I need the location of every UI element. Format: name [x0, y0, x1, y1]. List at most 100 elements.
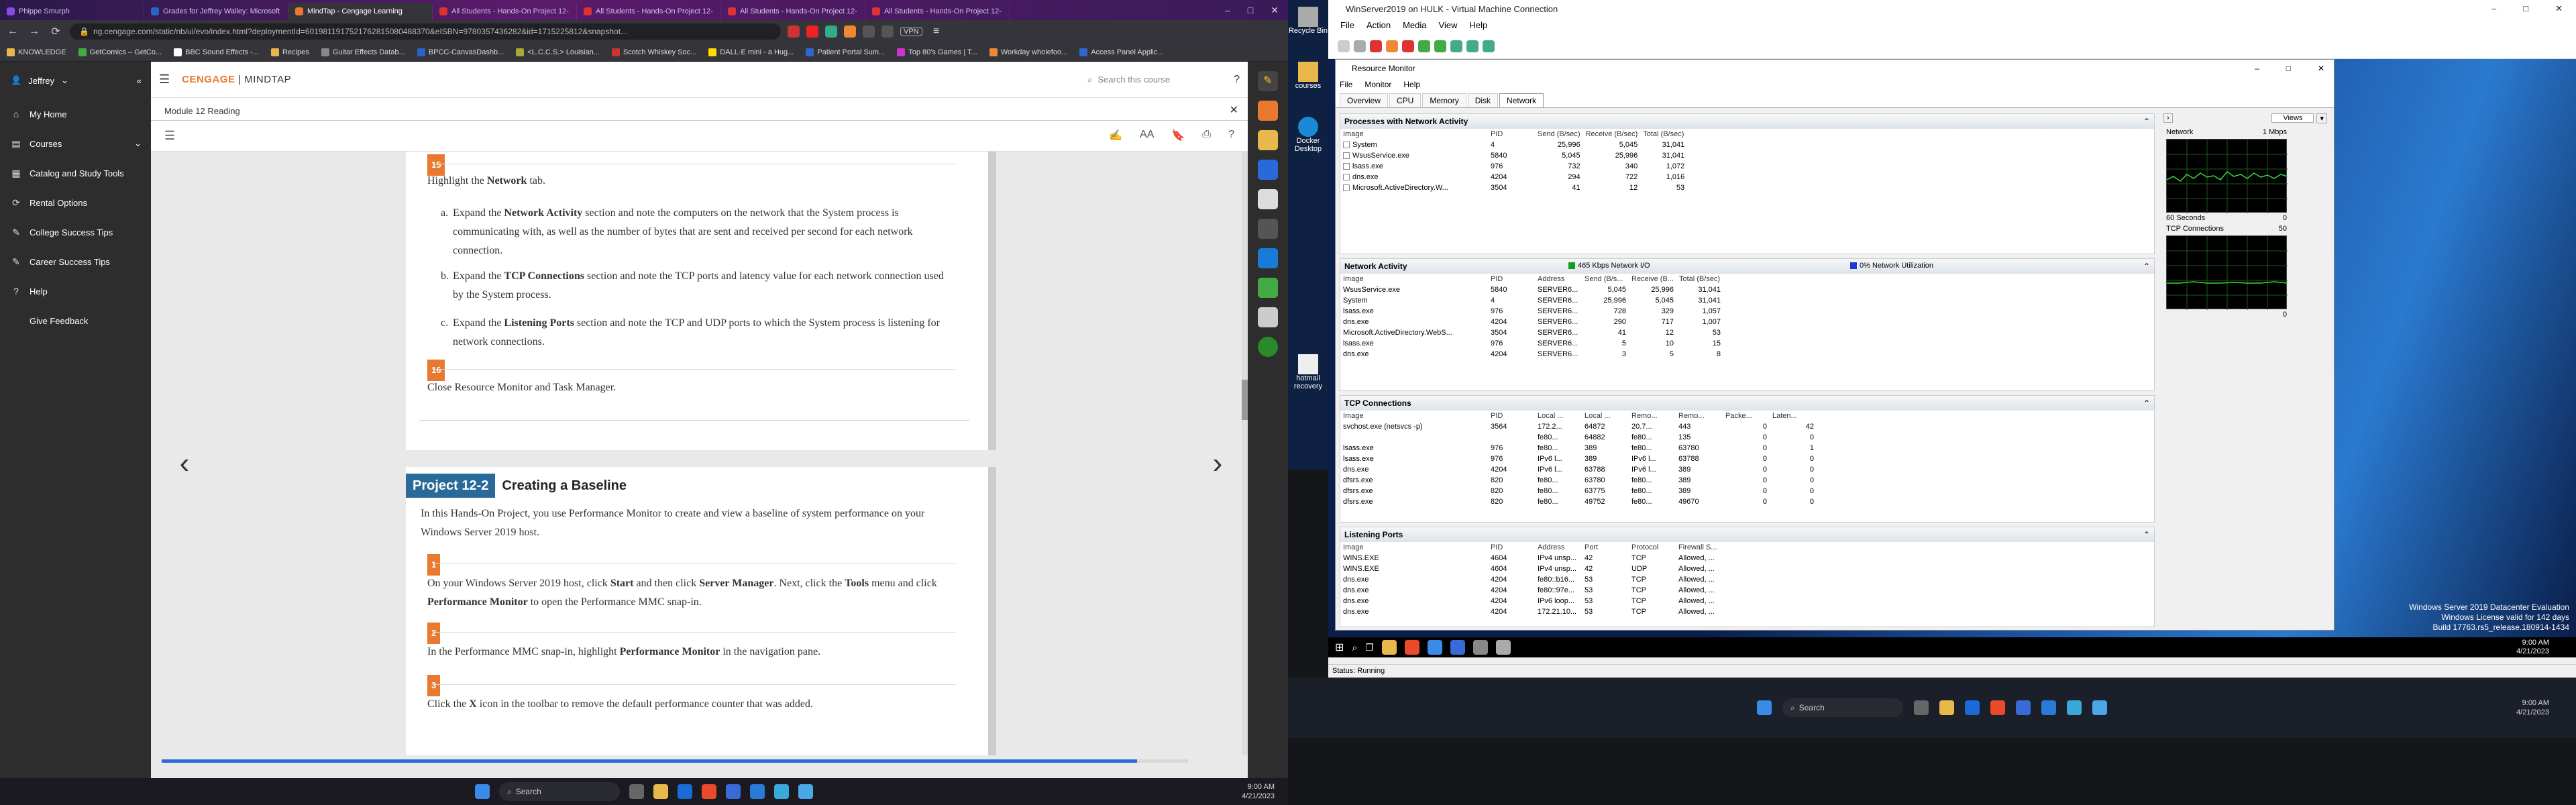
column-header[interactable]: Remo...: [1676, 411, 1723, 421]
sidebar-item-feedback[interactable]: Give Feedback: [0, 306, 151, 335]
minimize-icon[interactable]: –: [1225, 5, 1230, 16]
views-button[interactable]: Views: [2271, 113, 2314, 123]
clock[interactable]: 9:00 AM 4/21/2023: [1242, 782, 1275, 801]
google-drive-icon[interactable]: [1258, 278, 1278, 298]
book-icon[interactable]: [1258, 160, 1278, 180]
column-header[interactable]: Image: [1340, 274, 1488, 284]
bookmark[interactable]: Top 80's Games | T...: [897, 48, 977, 56]
bookmark[interactable]: GetComics – GetCo...: [78, 48, 162, 56]
extension-icon[interactable]: [863, 25, 875, 38]
app-icon[interactable]: [2067, 700, 2082, 715]
table-row[interactable]: dns.exe 4204 294 722 1,016: [1340, 172, 1687, 182]
table-row[interactable]: WsusService.exe 5840 SERVER6... 5,045 25,996…: [1340, 284, 1723, 295]
forward-icon[interactable]: →: [27, 25, 42, 38]
file-explorer-icon[interactable]: [1939, 700, 1954, 715]
onedrive-icon[interactable]: [1258, 248, 1278, 268]
sidebar-item-home[interactable]: ⌂ My Home: [0, 99, 151, 129]
table-row[interactable]: dfsrs.exe 820 fe80... 63780 fe80... 389 0 0: [1340, 475, 1817, 486]
browser-tab[interactable]: Grades for Jeffrey Walley: Microsoft: [144, 3, 288, 20]
column-header[interactable]: Laten...: [1770, 411, 1817, 421]
bookmark[interactable]: Patient Portal Sum...: [806, 48, 885, 56]
pause-icon[interactable]: [1418, 40, 1430, 52]
brave-icon[interactable]: [702, 784, 716, 799]
resource-monitor-icon[interactable]: [1495, 640, 1511, 655]
table-row[interactable]: WINS.EXE 4604 IPv4 unsp... 42 TCP Allowed, ..…: [1340, 553, 1723, 564]
play-icon[interactable]: [1434, 40, 1446, 52]
menu-monitor[interactable]: Monitor: [1364, 80, 1391, 89]
app-icon[interactable]: [2092, 700, 2107, 715]
desktop-icon-hotmail[interactable]: hotmail recovery: [1288, 153, 1328, 390]
maximize-icon[interactable]: □: [2523, 3, 2528, 14]
desktop-icon-recycle[interactable]: Recycle Bin: [1288, 0, 1328, 35]
next-page-arrow[interactable]: ›: [1197, 447, 1238, 480]
vpn-badge[interactable]: VPN: [900, 27, 922, 36]
chevron-down-icon[interactable]: ▾: [2316, 113, 2327, 123]
task-view-icon[interactable]: [1914, 700, 1929, 715]
row-checkbox[interactable]: [1343, 163, 1350, 170]
section-header[interactable]: TCP Connections ⌃: [1340, 396, 2154, 411]
row-checkbox[interactable]: [1343, 152, 1350, 160]
menu-icon[interactable]: ≡: [929, 25, 944, 38]
table-row[interactable]: dns.exe 4204 172.21.10... 53 TCP Allowed, ...: [1340, 606, 1723, 617]
browser-tab[interactable]: All Students - Hands-On Project 12-: [577, 3, 721, 20]
sidebar-item-rental[interactable]: ⟳ Rental Options: [0, 188, 151, 217]
task-view-icon[interactable]: [629, 784, 644, 799]
app-icon[interactable]: [774, 784, 789, 799]
brave-icon[interactable]: [1990, 700, 2005, 715]
power-icon[interactable]: [1402, 40, 1414, 52]
extension-icon[interactable]: [825, 25, 837, 38]
bookmark[interactable]: DALL·E mini - a Hug...: [708, 48, 794, 56]
minimize-icon[interactable]: –: [2491, 3, 2496, 14]
bookmark[interactable]: KNOWLEDGE: [7, 48, 66, 56]
bookmark[interactable]: Guitar Effects Datab...: [321, 48, 405, 56]
table-row[interactable]: lsass.exe 976 fe80... 389 fe80... 63780 0 1: [1340, 443, 1817, 453]
bookmark[interactable]: BPCC-CanvasDashb...: [417, 48, 504, 56]
section-header[interactable]: Listening Ports ⌃: [1340, 527, 2154, 542]
menu-help[interactable]: Help: [1469, 20, 1487, 30]
column-header[interactable]: Port: [1582, 542, 1629, 553]
table-row[interactable]: dns.exe 4204 IPv6 l... 63788 IPv6 l... 389 0 0: [1340, 464, 1817, 475]
column-header[interactable]: Image: [1340, 129, 1488, 140]
column-header[interactable]: Image: [1340, 542, 1488, 553]
print-icon[interactable]: ⎙: [1202, 129, 1211, 142]
bookmark[interactable]: Scotch Whiskey Soc...: [611, 48, 696, 56]
tab-overview[interactable]: Overview: [1340, 93, 1389, 107]
menu-media[interactable]: Media: [1403, 20, 1426, 30]
collapse-icon[interactable]: ⌃: [2143, 117, 2150, 126]
table-row[interactable]: dns.exe 4204 SERVER6... 290 717 1,007: [1340, 317, 1723, 327]
tab-network[interactable]: Network: [1499, 93, 1544, 107]
menu-action[interactable]: Action: [1366, 20, 1391, 30]
collapse-icon[interactable]: «: [137, 76, 142, 86]
tab-memory[interactable]: Memory: [1422, 93, 1466, 107]
browser-tab[interactable]: All Students - Hands-On Project 12-: [433, 3, 577, 20]
browser-tab[interactable]: All Students - Hands-On Project 12-: [865, 3, 1010, 20]
vscode-icon[interactable]: [750, 784, 765, 799]
column-header[interactable]: Total (B/sec): [1640, 129, 1687, 140]
bookmark-icon[interactable]: 🔖: [1171, 129, 1185, 142]
collapse-icon[interactable]: ⌃: [2143, 530, 2150, 539]
search-icon[interactable]: ⌕: [1352, 642, 1357, 653]
windows-start-icon[interactable]: ⊞: [1335, 641, 1344, 654]
prev-page-arrow[interactable]: ‹: [164, 447, 205, 480]
collapse-pane-icon[interactable]: ›: [2163, 113, 2173, 123]
rss-icon[interactable]: [1258, 101, 1278, 121]
column-header[interactable]: PID: [1488, 542, 1535, 553]
table-row[interactable]: lsass.exe 976 732 340 1,072: [1340, 161, 1687, 172]
table-row[interactable]: dns.exe 4204 fe80::97e... 53 TCP Allowed, ...: [1340, 585, 1723, 596]
ctrl-alt-del-icon[interactable]: [1338, 40, 1350, 52]
browser-tab-active[interactable]: MindTap - Cengage Learning: [288, 3, 433, 20]
url-bar[interactable]: 🔒 ng.cengage.com/static/nb/ui/evo/index.h…: [70, 23, 781, 40]
sidebar-item-college-tips[interactable]: ✎ College Success Tips: [0, 217, 151, 247]
taskbar-search[interactable]: ⌕ Search: [1782, 698, 1903, 717]
row-checkbox[interactable]: [1343, 174, 1350, 181]
table-row[interactable]: svchost.exe (netsvcs -p) 3564 172.2... 6487…: [1340, 421, 1817, 432]
column-header[interactable]: Address: [1535, 274, 1582, 284]
table-row[interactable]: lsass.exe 976 IPv6 l... 389 IPv6 l... 63788 0 0: [1340, 453, 1817, 464]
app-icon[interactable]: [1450, 640, 1465, 655]
table-row[interactable]: lsass.exe 976 SERVER6... 5 10 15: [1340, 338, 1723, 349]
desktop-icon-docker[interactable]: Docker Desktop: [1288, 90, 1328, 153]
table-row[interactable]: WINS.EXE 4604 IPv4 unsp... 42 UDP Allowed, ..…: [1340, 564, 1723, 574]
pencil-icon[interactable]: ✎: [1258, 71, 1278, 91]
table-row[interactable]: lsass.exe 976 SERVER6... 728 329 1,057: [1340, 306, 1723, 317]
user-menu[interactable]: 👤 Jeffrey ⌄ «: [0, 62, 151, 99]
